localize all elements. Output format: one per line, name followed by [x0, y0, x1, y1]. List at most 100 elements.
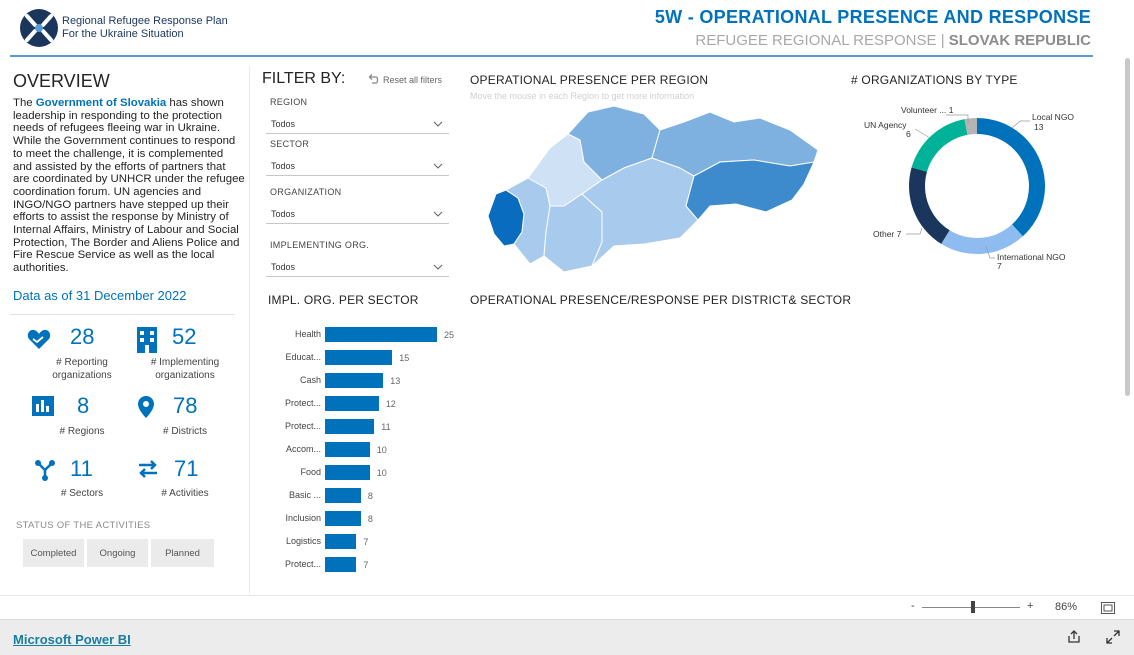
bar[interactable]	[325, 419, 375, 434]
bar[interactable]	[325, 396, 379, 411]
kpi-implementing-value: 52	[172, 324, 197, 349]
bar[interactable]	[325, 557, 357, 572]
donut-label-local-ngo: Local NGO	[1032, 112, 1074, 122]
org-type-donut-chart: Volunteer ... 1 UN Agency 6 Local NGO 13…	[860, 98, 1095, 278]
bar-chart-title: IMPL. ORG. PER SECTOR	[268, 293, 419, 307]
logo-text: Regional Refugee Response Plan For the U…	[62, 15, 228, 41]
map-region-nitra[interactable]	[543, 193, 603, 273]
bar-value: 8	[367, 514, 373, 524]
donut-slice[interactable]	[909, 167, 950, 244]
fullscreen-icon[interactable]	[1106, 630, 1120, 649]
reset-filters-button[interactable]: Reset all filters	[367, 74, 442, 85]
bar-label: Accom...	[285, 444, 321, 454]
bar[interactable]	[325, 350, 393, 365]
bar-label: Protect...	[284, 421, 321, 431]
bar-value: 8	[367, 491, 373, 501]
powerbi-footer: Microsoft Power BI	[0, 619, 1134, 655]
slovakia-region-map[interactable]	[484, 102, 826, 274]
bar-value: 10	[376, 445, 387, 455]
district-sector-title: OPERATIONAL PRESENCE/RESPONSE PER DISTRI…	[470, 293, 852, 307]
overview-divider	[10, 314, 235, 315]
logo-line-1: Regional Refugee Response Plan	[62, 15, 228, 27]
rrp-logo-icon	[18, 8, 60, 48]
zoom-out-button[interactable]: -	[911, 600, 915, 612]
bar-label: Educat...	[285, 352, 321, 362]
kpi-regions-value: 8	[77, 393, 90, 418]
zoom-in-button[interactable]: +	[1027, 600, 1033, 612]
bar-value: 7	[363, 537, 369, 547]
overview-gov-link: Government of Slovakia	[35, 97, 167, 109]
filter-organization-select[interactable]: Todos	[266, 204, 449, 224]
donut-title: # ORGANIZATIONS BY TYPE	[851, 73, 1018, 87]
impl-org-sector-chart: Health 25 Educat... 15 Cash 13 Protect... 12 Pro…	[266, 327, 466, 577]
status-heading: STATUS OF THE ACTIVITIES	[16, 520, 151, 531]
bar-value: 12	[385, 399, 396, 409]
overview-text-pre: The	[13, 97, 36, 109]
donut-label-un-agency: UN Agency	[864, 120, 907, 130]
subtitle-prefix: REFUGEE REGIONAL RESPONSE |	[695, 32, 945, 49]
overview-text: The Government of Slovakia has shown lea…	[13, 97, 245, 275]
donut-label-volunteer: Volunteer ... 1	[901, 105, 954, 115]
bar-label: Protect...	[284, 559, 321, 569]
bar-label: Basic ...	[288, 490, 321, 500]
share-icon[interactable]	[1067, 630, 1081, 649]
bar-label: Food	[300, 467, 321, 477]
bar[interactable]	[325, 442, 370, 457]
donut-value-un-agency: 6	[906, 129, 911, 139]
page-title: 5W - OPERATIONAL PRESENCE AND RESPONSE	[654, 7, 1091, 27]
data-as-of: Data as of 31 December 2022	[13, 288, 187, 303]
kpi-reporting-label: # Reporting organizations	[52, 357, 112, 381]
kpi-sectors-label: # Sectors	[60, 488, 104, 499]
bar-value: 15	[399, 353, 410, 363]
map-hint: Move the mouse in each Region to get mor…	[470, 91, 695, 101]
bar[interactable]	[325, 373, 384, 388]
filter-impl-org-value: Todos	[271, 261, 296, 272]
header-divider	[10, 55, 1093, 57]
filter-region-select[interactable]: Todos	[266, 114, 449, 134]
zoom-slider-thumb[interactable]	[971, 601, 975, 613]
reset-filters-label: Reset all filters	[383, 74, 443, 85]
zoom-bar: - + 86%	[0, 595, 1134, 619]
kpi-districts-label: # Districts	[163, 426, 207, 437]
status-completed-button[interactable]: Completed	[23, 539, 84, 567]
report-canvas: Regional Refugee Response Plan For the U…	[0, 0, 1134, 595]
map-title: OPERATIONAL PRESENCE PER REGION	[470, 73, 709, 87]
donut-value-international-ngo: 7	[997, 261, 1002, 271]
bar-value: 11	[381, 422, 391, 432]
powerbi-link[interactable]: Microsoft Power BI	[13, 632, 131, 647]
bar[interactable]	[325, 488, 361, 503]
kpi-implementing-label: # Implementing organizations	[150, 357, 220, 381]
chevron-down-icon	[433, 264, 443, 270]
bar-value: 25	[444, 330, 455, 340]
donut-label-other: Other 7	[873, 229, 902, 239]
bar[interactable]	[325, 327, 437, 342]
zoom-percent: 86%	[1055, 601, 1078, 613]
bar[interactable]	[325, 534, 357, 549]
filter-impl-org-select[interactable]: Todos	[266, 257, 449, 277]
donut-value-local-ngo: 13	[1034, 122, 1044, 132]
donut-slice[interactable]	[977, 118, 1045, 237]
filter-heading: FILTER BY:	[262, 70, 346, 87]
bar-value: 13	[390, 376, 401, 386]
filter-sector-select[interactable]: Todos	[266, 156, 449, 176]
kpi-regions-label: # Regions	[59, 426, 105, 437]
status-planned-button[interactable]: Planned	[151, 539, 214, 567]
kpi-reporting-value: 28	[70, 324, 95, 349]
logo-line-2: For the Ukraine Situation	[62, 28, 184, 40]
report-scrollbar[interactable]	[1125, 58, 1130, 396]
exchange-arrows-icon	[137, 459, 159, 481]
donut-slice[interactable]	[941, 224, 1023, 254]
filter-region-value: Todos	[271, 118, 296, 129]
network-icon	[34, 459, 56, 481]
donut-label-international-ngo: International NGO	[997, 252, 1066, 262]
fit-to-page-icon[interactable]	[1101, 601, 1115, 619]
filter-organization-label: ORGANIZATION	[270, 187, 342, 197]
chevron-down-icon	[433, 121, 443, 127]
status-ongoing-button[interactable]: Ongoing	[87, 539, 148, 567]
bar[interactable]	[325, 465, 370, 480]
map-pin-icon	[138, 396, 160, 418]
overview-heading: OVERVIEW	[13, 71, 110, 91]
filter-region-label: REGION	[270, 97, 308, 107]
bar[interactable]	[325, 511, 361, 526]
donut-slice[interactable]	[911, 119, 968, 172]
